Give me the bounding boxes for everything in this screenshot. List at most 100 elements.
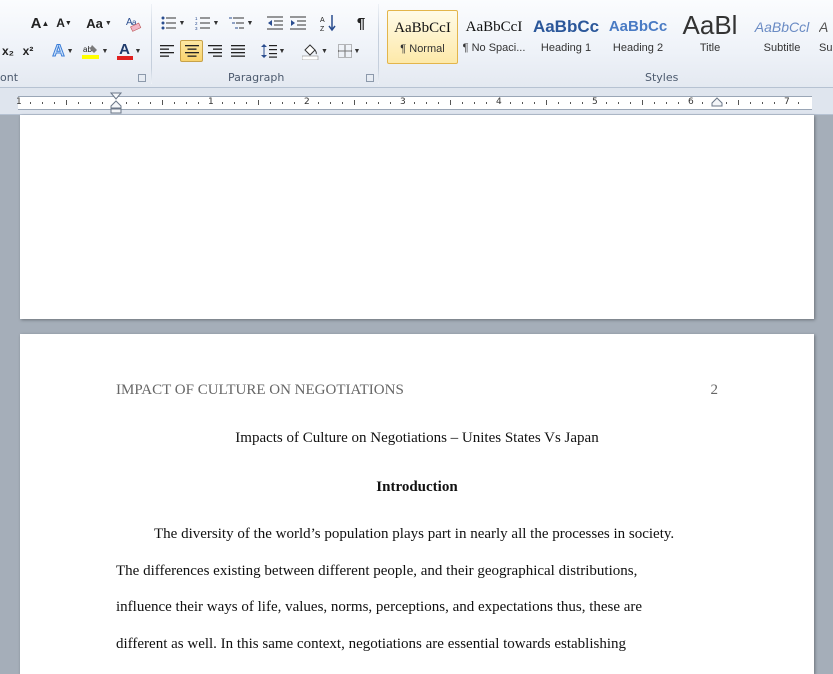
style-sample: AaBl xyxy=(682,10,738,40)
align-center-button[interactable] xyxy=(180,40,203,62)
align-center-icon xyxy=(184,45,199,57)
sort-icon: AZ xyxy=(320,15,336,32)
ruler-tick xyxy=(762,102,763,104)
ruler-tick xyxy=(222,102,223,104)
ruler-number: 1 xyxy=(16,97,22,107)
right-indent-marker[interactable] xyxy=(711,97,723,107)
section-heading: Introduction xyxy=(376,479,458,495)
styles-group-label: Styles xyxy=(645,71,679,84)
bullets-button[interactable]: ▼ xyxy=(158,12,188,34)
ruler-tick xyxy=(654,102,655,104)
group-separator xyxy=(151,4,152,84)
ruler-tick xyxy=(474,102,475,104)
ruler-tick xyxy=(486,102,487,104)
ruler-tick xyxy=(54,102,55,104)
shrink-font-button[interactable]: A ▼ xyxy=(53,12,75,34)
indent-marker[interactable] xyxy=(110,92,122,114)
font-color-button[interactable]: A ▼ xyxy=(114,40,144,62)
ruler-tick xyxy=(126,102,127,104)
line-spacing-button[interactable]: ▼ xyxy=(258,40,288,62)
ruler-tick xyxy=(150,102,151,104)
style-sample: AaBbCcl xyxy=(754,19,810,35)
multilevel-list-button[interactable]: ▼ xyxy=(226,12,256,34)
align-left-button[interactable] xyxy=(156,40,178,62)
style-heading-1[interactable]: AaBbCc Heading 1 xyxy=(531,10,601,64)
ruler-tick xyxy=(678,102,679,104)
decrease-indent-icon xyxy=(267,16,283,30)
style-normal[interactable]: AaBbCcI ¶ Normal xyxy=(387,10,458,64)
ruler-tick xyxy=(198,102,199,104)
ruler-tick xyxy=(78,102,79,104)
horizontal-ruler[interactable]: 1 1 2 3 4 5 6 7 xyxy=(0,88,833,115)
ruler-number: 2 xyxy=(304,97,310,107)
borders-button[interactable]: ▼ xyxy=(334,40,364,62)
ruler-tick xyxy=(450,100,451,105)
show-hide-marks-button[interactable]: ¶ xyxy=(350,12,372,34)
superscript-icon: x² xyxy=(22,44,34,58)
ruler-number: 3 xyxy=(400,97,406,107)
ruler-tick xyxy=(318,102,319,104)
change-case-icon: Aa xyxy=(86,15,103,31)
ruler-number: 5 xyxy=(592,97,598,107)
sort-button[interactable]: AZ xyxy=(318,12,340,34)
ruler-tick xyxy=(42,102,43,104)
ruler-tick xyxy=(102,102,103,104)
ruler-tick xyxy=(582,102,583,104)
decrease-indent-button[interactable] xyxy=(264,12,286,34)
increase-indent-button[interactable] xyxy=(287,12,309,34)
style-name: Subtitle xyxy=(763,42,801,54)
ruler-tick xyxy=(186,102,187,104)
clear-formatting-button[interactable]: Aa xyxy=(123,12,145,34)
highlight-color-button[interactable]: ab ▼ xyxy=(80,40,110,62)
ruler-tick xyxy=(426,102,427,104)
style-name: Title xyxy=(699,42,721,54)
font-dialog-launcher[interactable] xyxy=(138,74,146,82)
style-subtle-emphasis[interactable]: A Su xyxy=(819,10,833,64)
paragraph-dialog-launcher[interactable] xyxy=(366,74,374,82)
subscript-button[interactable]: x₂ xyxy=(0,40,16,62)
paragraph-line: The differences existing between differe… xyxy=(116,563,638,579)
change-case-button[interactable]: Aa ▼ xyxy=(84,12,114,34)
superscript-button[interactable]: x² xyxy=(18,40,38,62)
document-title: Impacts of Culture on Negotiations – Uni… xyxy=(235,430,599,446)
highlighter-icon: ab xyxy=(81,45,99,59)
group-separator xyxy=(378,4,379,84)
ruler-tick xyxy=(258,100,259,105)
style-sample: AaBbCc xyxy=(608,18,668,35)
ruler-tick xyxy=(390,102,391,104)
ruler-tick xyxy=(606,102,607,104)
ruler-tick xyxy=(270,102,271,104)
style-no-spacing[interactable]: AaBbCcI ¶ No Spaci... xyxy=(459,10,529,64)
page-2[interactable]: IMPACT OF CULTURE ON NEGOTIATIONS 2 Impa… xyxy=(20,334,814,674)
grow-font-icon: A xyxy=(30,14,42,32)
bullets-icon xyxy=(161,16,176,30)
ruler-tick xyxy=(438,102,439,104)
line-spacing-icon xyxy=(260,44,277,58)
multilevel-list-icon xyxy=(228,17,244,29)
numbering-icon: 123 xyxy=(195,16,210,30)
numbering-button[interactable]: 1 2 3 ▼ xyxy=(192,12,222,34)
ruler-tick xyxy=(282,102,283,104)
style-heading-2[interactable]: AaBbCc Heading 2 xyxy=(603,10,673,64)
align-right-button[interactable] xyxy=(204,40,226,62)
svg-text:3: 3 xyxy=(195,26,198,30)
justify-icon xyxy=(231,45,245,57)
style-sample: AaBbCc xyxy=(532,17,600,36)
pilcrow-icon: ¶ xyxy=(356,14,366,32)
text-effects-icon: A xyxy=(52,41,65,61)
paragraph-line: The diversity of the world’s population … xyxy=(154,526,675,542)
shading-button[interactable]: ▼ xyxy=(300,40,330,62)
grow-font-button[interactable]: A ▲ xyxy=(28,12,52,34)
style-title[interactable]: AaBl Title xyxy=(675,10,745,64)
page-1-bottom[interactable] xyxy=(20,115,814,319)
justify-button[interactable] xyxy=(227,40,249,62)
text-effects-button[interactable]: A ▼ xyxy=(50,40,76,62)
style-subtitle[interactable]: AaBbCcl Subtitle xyxy=(747,10,817,64)
ruler-tick xyxy=(30,102,31,104)
align-right-icon xyxy=(208,45,222,57)
ruler-tick xyxy=(330,102,331,104)
ribbon: A ▲ A ▼ Aa ▼ Aa x₂ x² A ▼ ab ▼ A ▼ ont ▼ 1 2 3 ▼… xyxy=(0,0,833,88)
increase-indent-icon xyxy=(290,16,306,30)
align-left-icon xyxy=(160,45,174,57)
font-color-icon: A xyxy=(116,42,133,60)
